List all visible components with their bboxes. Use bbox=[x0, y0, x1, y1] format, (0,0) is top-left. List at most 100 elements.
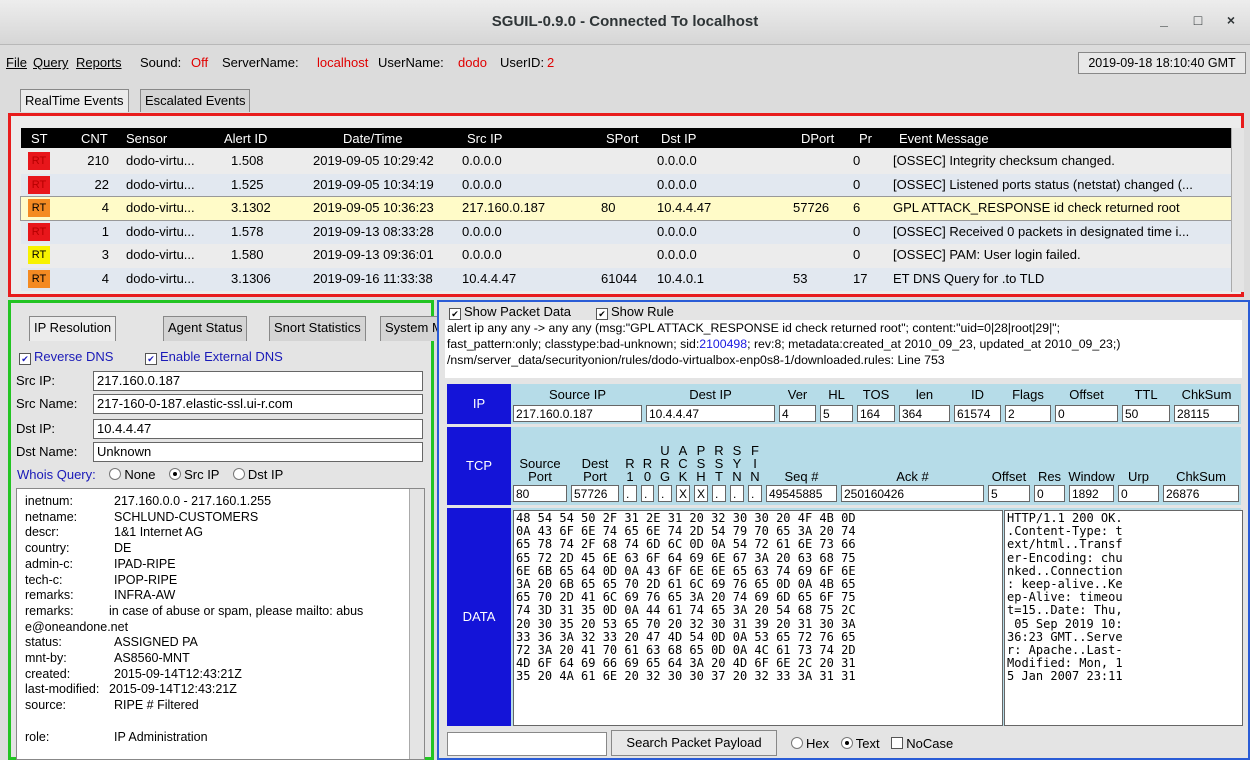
menu-reports[interactable]: Reports bbox=[76, 55, 122, 70]
tcp-value[interactable]: 49545885 bbox=[766, 485, 837, 502]
ip-value[interactable]: 0 bbox=[1055, 405, 1118, 422]
ascii-dump[interactable]: HTTP/1.1 200 OK. .Content-Type: t ext/html… bbox=[1004, 510, 1243, 726]
event-datetime: 2019-09-05 10:36:23 bbox=[313, 200, 434, 215]
hex-dump[interactable]: 48 54 54 50 2F 31 2E 31 20 32 30 30 20 4… bbox=[513, 510, 1003, 726]
text-option[interactable]: Text bbox=[840, 736, 880, 751]
whois-src-option[interactable]: Src IP bbox=[169, 467, 219, 482]
status-badge[interactable]: RT bbox=[28, 175, 50, 194]
tcp-value[interactable]: X bbox=[676, 485, 690, 502]
external-dns-checkbox[interactable]: ✔ bbox=[145, 353, 157, 365]
src-ip-field[interactable]: 217.160.0.187 bbox=[93, 371, 423, 391]
event-sensor: dodo-virtu... bbox=[126, 153, 195, 168]
tcp-value[interactable]: . bbox=[623, 485, 637, 502]
show-packet-data-checkbox[interactable]: ✔ bbox=[449, 308, 461, 320]
whois-key: created: bbox=[25, 666, 71, 681]
tcp-value[interactable]: 5 bbox=[988, 485, 1030, 502]
ip-value[interactable]: 50 bbox=[1122, 405, 1170, 422]
event-row[interactable]: RT 4 dodo-virtu... 3.1306 2019-09-16 11:33:3… bbox=[21, 267, 1237, 291]
col-sensor[interactable]: Sensor bbox=[126, 131, 167, 146]
ip-value[interactable]: 364 bbox=[899, 405, 950, 422]
ip-value[interactable]: 10.4.4.47 bbox=[646, 405, 775, 422]
menu-query[interactable]: Query bbox=[33, 55, 68, 70]
ip-value[interactable]: 2 bbox=[1005, 405, 1051, 422]
ip-value[interactable]: 164 bbox=[857, 405, 895, 422]
col-st[interactable]: ST bbox=[31, 131, 48, 146]
minimize-button[interactable]: _ bbox=[1153, 12, 1175, 32]
tcp-value[interactable]: X bbox=[694, 485, 708, 502]
src-name-field[interactable]: 217-160-0-187.elastic-ssl.ui-r.com bbox=[93, 394, 423, 414]
close-button[interactable]: × bbox=[1220, 12, 1242, 32]
external-dns-option[interactable]: ✔ Enable External DNS bbox=[145, 349, 283, 365]
whois-scrollbar[interactable] bbox=[409, 489, 424, 759]
show-rule-checkbox[interactable]: ✔ bbox=[596, 308, 608, 320]
event-pr: 0 bbox=[853, 176, 861, 192]
tcp-value[interactable]: . bbox=[658, 485, 672, 502]
show-rule-option[interactable]: ✔ Show Rule bbox=[596, 304, 674, 320]
text-radio[interactable] bbox=[840, 737, 853, 749]
tcp-value[interactable]: 0 bbox=[1034, 485, 1065, 502]
status-badge[interactable]: RT bbox=[28, 199, 50, 217]
text-label: Text bbox=[855, 736, 880, 751]
tcp-value[interactable]: . bbox=[730, 485, 744, 502]
whois-dst-option[interactable]: Dst IP bbox=[232, 467, 284, 482]
hex-radio[interactable] bbox=[791, 737, 803, 749]
ip-value[interactable]: 4 bbox=[779, 405, 816, 422]
ip-value[interactable]: 28115 bbox=[1174, 405, 1239, 422]
col-dport[interactable]: DPort bbox=[801, 131, 834, 146]
whois-dst-radio[interactable] bbox=[232, 468, 245, 480]
col-src-ip[interactable]: Src IP bbox=[467, 131, 502, 146]
status-badge[interactable]: RT bbox=[28, 246, 50, 264]
hex-option[interactable]: Hex bbox=[791, 736, 829, 751]
col-pr[interactable]: Pr bbox=[859, 131, 872, 146]
ip-value[interactable]: 217.160.0.187 bbox=[513, 405, 642, 422]
whois-none-radio[interactable] bbox=[109, 468, 122, 480]
event-row[interactable]: RT 210 dodo-virtu... 1.508 2019-09-05 10:29:… bbox=[21, 150, 1237, 173]
tab-agent-status[interactable]: Agent Status bbox=[163, 316, 248, 341]
nocase-checkbox[interactable] bbox=[891, 737, 904, 749]
show-packet-data-option[interactable]: ✔ Show Packet Data bbox=[449, 304, 571, 320]
tcp-value[interactable]: 80 bbox=[513, 485, 567, 502]
reverse-dns-checkbox[interactable]: ✔ bbox=[19, 353, 31, 365]
maximize-button[interactable]: □ bbox=[1187, 12, 1209, 32]
dst-name-field[interactable]: Unknown bbox=[93, 442, 423, 462]
tab-ip-resolution[interactable]: IP Resolution bbox=[29, 316, 117, 341]
status-badge[interactable]: RT bbox=[28, 222, 50, 241]
tcp-value[interactable]: . bbox=[748, 485, 762, 502]
col-cnt[interactable]: CNT bbox=[81, 131, 108, 146]
dst-ip-field[interactable]: 10.4.4.47 bbox=[93, 419, 423, 439]
event-row[interactable]: RT 3 dodo-virtu... 1.580 2019-09-13 09:36:01… bbox=[21, 244, 1237, 267]
tcp-value[interactable]: 0 bbox=[1118, 485, 1159, 502]
col-datetime[interactable]: Date/Time bbox=[343, 131, 402, 146]
tab-escalated-events[interactable]: Escalated Events bbox=[140, 89, 251, 112]
whois-src-radio[interactable] bbox=[169, 468, 182, 480]
col-event-message[interactable]: Event Message bbox=[899, 131, 989, 146]
tcp-value[interactable]: 26876 bbox=[1163, 485, 1239, 502]
whois-none-option[interactable]: None bbox=[109, 467, 155, 482]
tcp-value[interactable]: . bbox=[712, 485, 726, 502]
tab-system-msgs[interactable]: System M bbox=[380, 316, 440, 341]
status-badge[interactable]: RT bbox=[28, 152, 50, 170]
search-payload-input[interactable] bbox=[447, 732, 607, 756]
tcp-value[interactable]: . bbox=[641, 485, 654, 502]
whois-dst-label: Dst IP bbox=[247, 467, 284, 482]
tcp-value[interactable]: 57726 bbox=[571, 485, 619, 502]
event-row[interactable]: RT 1 dodo-virtu... 1.578 2019-09-13 08:33:28… bbox=[21, 220, 1237, 244]
col-dst-ip[interactable]: Dst IP bbox=[661, 131, 696, 146]
nocase-option[interactable]: NoCase bbox=[891, 736, 953, 751]
event-row[interactable]: RT 22 dodo-virtu... 1.525 2019-09-05 10:34:1… bbox=[21, 173, 1237, 197]
reverse-dns-option[interactable]: ✔ Reverse DNS bbox=[19, 349, 113, 365]
col-sport[interactable]: SPort bbox=[606, 131, 639, 146]
events-scrollbar[interactable] bbox=[1231, 128, 1244, 292]
ip-value[interactable]: 61574 bbox=[954, 405, 1001, 422]
search-packet-payload-button[interactable]: Search Packet Payload bbox=[611, 730, 777, 756]
col-alert-id[interactable]: Alert ID bbox=[224, 131, 267, 146]
ip-value[interactable]: 5 bbox=[820, 405, 853, 422]
tcp-value[interactable]: 250160426 bbox=[841, 485, 984, 502]
whois-output[interactable]: inetnum: 217.160.0.0 - 217.160.1.255 netna… bbox=[16, 488, 425, 760]
tcp-value[interactable]: 1892 bbox=[1069, 485, 1114, 502]
event-row[interactable]: RT 4 dodo-virtu... 3.1302 2019-09-05 10:36:2… bbox=[20, 196, 1238, 221]
tab-snort-statistics[interactable]: Snort Statistics bbox=[269, 316, 366, 341]
tab-realtime-events[interactable]: RealTime Events bbox=[20, 89, 129, 112]
status-badge[interactable]: RT bbox=[28, 269, 50, 288]
menu-file[interactable]: File bbox=[6, 55, 27, 70]
